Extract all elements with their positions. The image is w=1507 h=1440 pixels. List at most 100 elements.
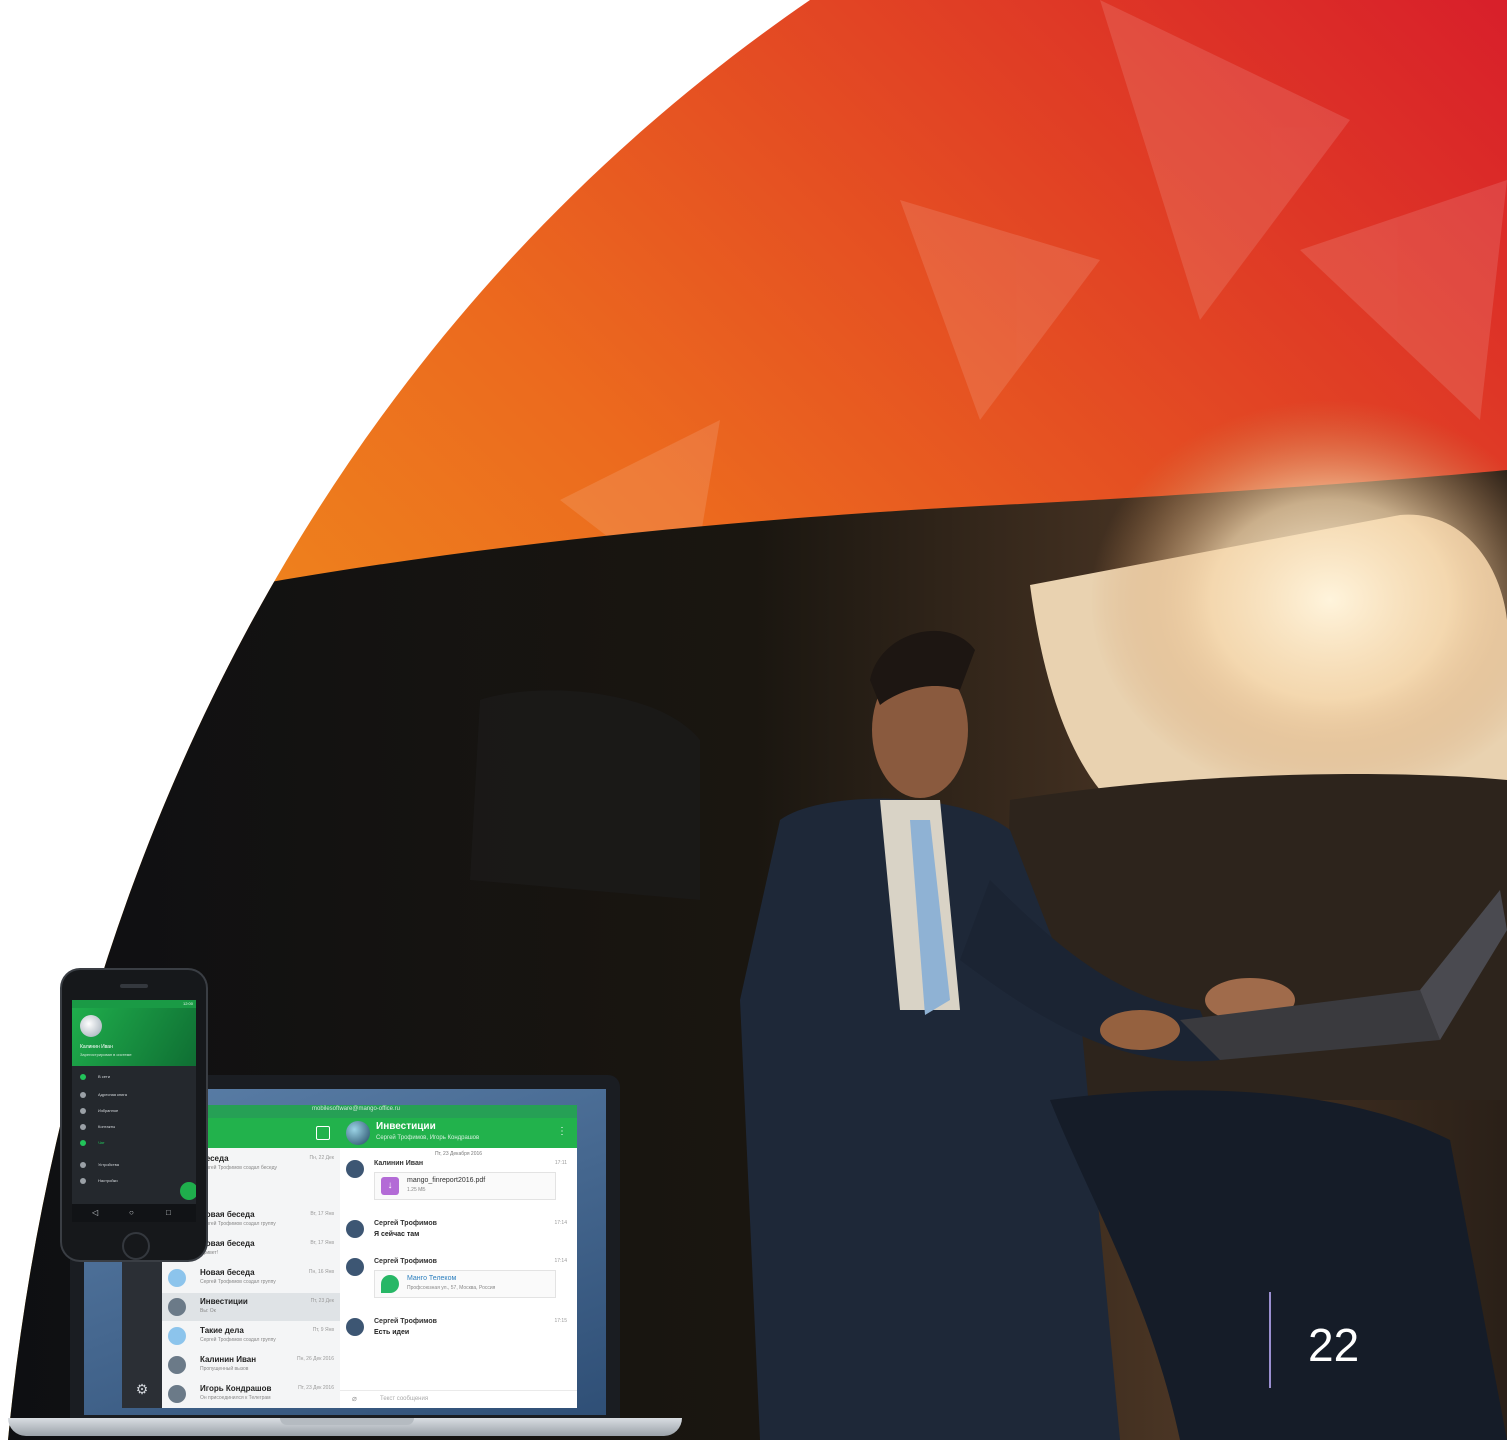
drawer-label: Адресная книга (98, 1092, 127, 1097)
drawer-item-contacts[interactable]: Контакты (72, 1120, 182, 1134)
drawer-label: Устройства (98, 1162, 119, 1167)
list-item[interactable]: Такие дела Сергей Трофимов создал группу… (162, 1322, 340, 1350)
status-bar: 12:00 (72, 1000, 196, 1008)
row-sub: Он присоединился к Телеграм (200, 1395, 271, 1401)
message-time: 17:11 (554, 1160, 567, 1166)
row-title: Новая беседа (200, 1210, 255, 1219)
avatar (346, 1220, 364, 1238)
chat-title: Инвестиции (376, 1121, 436, 1132)
row-title: Такие дела (200, 1326, 244, 1335)
status-dot-icon (80, 1074, 86, 1080)
chat-date: Пт, 23 Декабря 2016 (434, 1151, 483, 1157)
device-icon (80, 1162, 86, 1168)
message-time: 17:14 (554, 1258, 567, 1264)
page-number: 22 (1308, 1319, 1360, 1371)
message-time: 17:14 (554, 1220, 567, 1226)
avatar (168, 1385, 186, 1403)
fab-button[interactable] (180, 1182, 196, 1200)
book-icon (80, 1092, 86, 1098)
list-item[interactable]: Игорь Кондрашов Он присоединился к Телег… (162, 1380, 340, 1408)
row-time: Пн, 26 Дек 2016 (297, 1356, 334, 1362)
row-title: Новая беседа (200, 1268, 255, 1277)
location-title: Манго Телеком (407, 1275, 457, 1282)
avatar (346, 1160, 364, 1178)
chat-panel: Инвестиции Сергей Трофимов, Игорь Кондра… (340, 1118, 577, 1408)
message: Сергей Трофимов 17:14 Манго Телеком Проф… (346, 1258, 571, 1302)
drawer-label: Чат (98, 1140, 105, 1145)
drawer-label: Избранное (98, 1108, 119, 1113)
compose-icon[interactable] (316, 1126, 330, 1140)
message: Сергей Трофимов 17:15 Есть идеи (346, 1318, 571, 1342)
row-title: Инвестиции (200, 1297, 248, 1306)
attachment-size: 1.25 МБ (407, 1187, 426, 1193)
drawer-item-online[interactable]: В сети (72, 1070, 182, 1084)
location-attachment[interactable]: Манго Телеком Профсоюзная ул., 57, Москв… (374, 1270, 556, 1298)
download-icon: ↓ (381, 1177, 399, 1195)
row-time: Пт, 23 Дек 2016 (298, 1385, 334, 1391)
chat-header: Инвестиции Сергей Трофимов, Игорь Кондра… (340, 1118, 577, 1148)
message-time: 17:15 (554, 1318, 567, 1324)
row-time: Пт, 9 Янв (312, 1327, 334, 1333)
group-avatar (346, 1121, 370, 1145)
row-sub: Сергей Трофимов создал беседу (200, 1165, 277, 1171)
window-title: mobilesoftware@mango-office.ru (312, 1106, 401, 1112)
list-item[interactable]: Калинин Иван Пропущенный вызов Пн, 26 Де… (162, 1351, 340, 1379)
slide: mobilesoftware@mango-office.ru ⚙ Беседа … (0, 0, 1507, 1440)
drawer-item-addressbook[interactable]: Адресная книга (72, 1088, 182, 1102)
row-title: Калинин Иван (200, 1355, 257, 1364)
row-time: Пн, 22 Дек (309, 1155, 334, 1161)
message-input[interactable]: ⌀ Текст сообщения (340, 1390, 577, 1409)
phone-mockup: 12:00 Калинин Иван Зарегистрирован в сис… (62, 970, 206, 1260)
gear-icon[interactable]: ⚙ (134, 1381, 150, 1397)
person-icon (80, 1124, 86, 1130)
drawer-item-chat[interactable]: Чат (72, 1136, 182, 1150)
message-author: Сергей Трофимов (374, 1220, 437, 1227)
message-author: Сергей Трофимов (374, 1318, 437, 1325)
drawer-label: В сети (98, 1074, 110, 1079)
row-time: Вт, 17 Янв (310, 1211, 334, 1217)
avatar (80, 1015, 102, 1037)
drawer-label: Контакты (98, 1124, 116, 1129)
list-item[interactable]: Новая беседа Сергей Трофимов создал груп… (162, 1264, 340, 1292)
message-author: Калинин Иван (374, 1160, 424, 1167)
list-item-active[interactable]: Инвестиции Вы: Ок Пт, 23 Дек (162, 1293, 340, 1321)
phone-home-button (122, 1232, 150, 1260)
row-sub: Пропущенный вызов (200, 1366, 249, 1372)
drawer-user-name: Калинин Иван (80, 1044, 113, 1050)
avatar (346, 1318, 364, 1336)
message-text: Есть идеи (374, 1329, 410, 1336)
location-pin-icon (381, 1275, 399, 1293)
row-sub: Сергей Трофимов создал группу (200, 1279, 276, 1285)
phone-speaker (120, 984, 148, 988)
page-number-divider (1269, 1292, 1271, 1388)
row-sub: Сергей Трофимов создал группу (200, 1337, 276, 1343)
drawer-item-settings[interactable]: Настройки (72, 1174, 182, 1188)
home-icon[interactable]: ○ (129, 1208, 134, 1217)
row-title: Игорь Кондрашов (200, 1384, 272, 1393)
message-text: Я сейчас там (374, 1231, 420, 1238)
drawer-header: Калинин Иван Зарегистрирован в системе (72, 1008, 196, 1066)
drawer-item-devices[interactable]: Устройства (72, 1158, 182, 1172)
input-placeholder: Текст сообщения (380, 1396, 429, 1402)
row-time: Пн, 16 Янв (308, 1269, 334, 1275)
recent-apps-icon[interactable]: □ (166, 1208, 171, 1217)
location-address: Профсоюзная ул., 57, Москва, Россия (407, 1285, 496, 1291)
file-attachment[interactable]: ↓ mango_finreport2016.pdf 1.25 МБ (374, 1172, 556, 1200)
row-title: Новая беседа (200, 1239, 255, 1248)
message-author: Сергей Трофимов (374, 1258, 437, 1265)
laptop-notch (280, 1418, 414, 1425)
settings-icon (80, 1178, 86, 1184)
paperclip-icon[interactable]: ⌀ (352, 1394, 357, 1403)
message: Сергей Трофимов 17:14 Я сейчас там (346, 1220, 571, 1244)
attachment-title: mango_finreport2016.pdf (407, 1177, 486, 1184)
more-vert-icon[interactable]: ⋮ (557, 1126, 567, 1137)
back-icon[interactable]: ◁ (92, 1208, 98, 1217)
chat-subtitle: Сергей Трофимов, Игорь Кондрашов (376, 1135, 480, 1141)
avatar (168, 1269, 186, 1287)
phone-nav-bar: ◁ ○ □ (72, 1204, 196, 1222)
drawer-label: Настройки (98, 1178, 118, 1183)
row-sub: Сергей Трофимов создал группу (200, 1221, 276, 1227)
avatar (168, 1356, 186, 1374)
drawer-item-favorites[interactable]: Избранное (72, 1104, 182, 1118)
avatar (346, 1258, 364, 1276)
